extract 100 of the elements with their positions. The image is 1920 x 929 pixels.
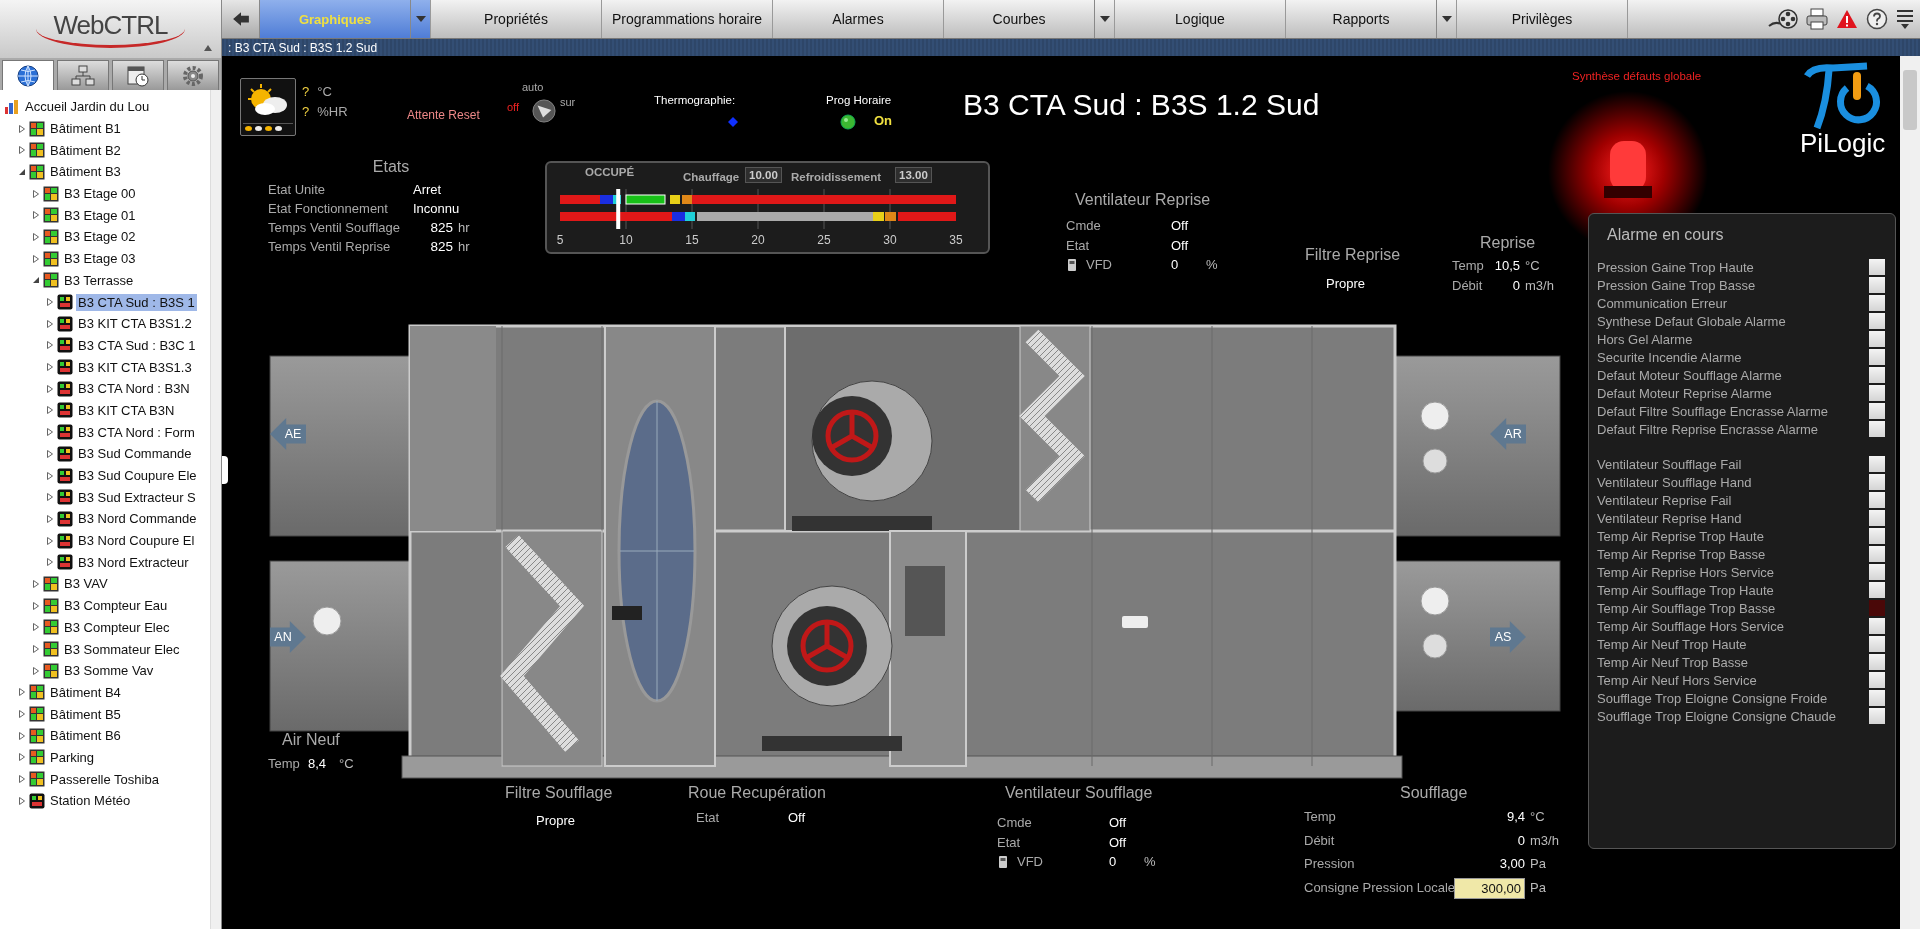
sidebar-tab[interactable]	[112, 60, 164, 90]
tree-item[interactable]: Bâtiment B4	[48, 683, 123, 701]
nav-tab[interactable]: Programmations horaire	[602, 0, 772, 38]
warning-icon[interactable]	[1836, 9, 1858, 29]
tree-item[interactable]: B3 Nord Commande	[76, 510, 199, 528]
tree-item[interactable]: B3 CTA Sud : B3S 1	[76, 293, 197, 311]
expander-icon[interactable]	[46, 493, 54, 502]
expander-icon[interactable]	[32, 276, 40, 285]
nav-tab[interactable]: Propriétés	[431, 0, 601, 38]
tree-item[interactable]: B3 Etage 01	[62, 206, 138, 224]
expander-icon[interactable]	[46, 406, 54, 415]
tree-item[interactable]: B3 Etage 03	[62, 250, 138, 268]
tree-item[interactable]: Accueil Jardin du Lou	[23, 98, 152, 116]
tree-item[interactable]: Bâtiment B3	[48, 163, 123, 181]
tree-item[interactable]: Parking	[48, 748, 97, 766]
expander-icon[interactable]	[18, 796, 26, 805]
tree-item[interactable]: B3 Sommateur Elec	[62, 640, 182, 658]
tree-item[interactable]: B3 Etage 00	[62, 185, 138, 203]
floor-plan-icon	[29, 684, 45, 701]
tree-item[interactable]: B3 Nord Coupure El	[76, 532, 197, 550]
expander-icon[interactable]	[32, 601, 40, 610]
expander-icon[interactable]	[32, 211, 40, 220]
tree-item[interactable]: B3 Compteur Eau	[62, 597, 170, 615]
tree-item[interactable]: B3 KIT CTA B3N	[76, 401, 177, 419]
tree-item[interactable]: Bâtiment B1	[48, 120, 123, 138]
collapse-icon[interactable]	[203, 44, 213, 52]
tree-item[interactable]: Station Météo	[48, 792, 133, 810]
scrollbar[interactable]	[210, 90, 221, 929]
scrollbar[interactable]	[1900, 56, 1920, 929]
expander-icon[interactable]	[32, 189, 40, 198]
drive-icon	[999, 855, 1007, 868]
tree-item[interactable]: B3 Terrasse	[62, 271, 136, 289]
tree-item[interactable]: B3 CTA Nord : Form	[76, 423, 197, 441]
expander-icon[interactable]	[46, 319, 54, 328]
nav-tab[interactable]: Rapports	[1286, 0, 1436, 38]
help-icon[interactable]	[1866, 8, 1888, 30]
nav-tab[interactable]: Courbes	[944, 0, 1094, 38]
expander-icon[interactable]	[18, 124, 26, 133]
tree-item[interactable]: B3 Sud Coupure Ele	[76, 467, 199, 485]
expander-icon[interactable]	[32, 645, 40, 654]
expander-icon[interactable]	[32, 232, 40, 241]
tree-item[interactable]: B3 Compteur Elec	[62, 618, 172, 636]
print-icon[interactable]	[1806, 8, 1828, 30]
scroll-thumb[interactable]	[1903, 70, 1917, 130]
schedule-label: Prog Horaire	[826, 94, 892, 106]
nav-tab[interactable]: Logique	[1115, 0, 1285, 38]
film-reel-icon[interactable]	[1768, 8, 1798, 30]
tree-item[interactable]: Passerelle Toshiba	[48, 770, 161, 788]
tree-item[interactable]: B3 Somme Vav	[62, 662, 156, 680]
expander-icon[interactable]	[18, 731, 26, 740]
tree-item[interactable]: B3 KIT CTA B3S1.3	[76, 358, 194, 376]
sidebar-tab[interactable]	[2, 60, 54, 90]
app-logo: WebCTRL	[35, 10, 186, 48]
tree-item[interactable]: B3 VAV	[62, 575, 110, 593]
tree-item[interactable]: B3 CTA Nord : B3N	[76, 380, 192, 398]
tree-item[interactable]: Bâtiment B2	[48, 141, 123, 159]
tree-item[interactable]: Bâtiment B6	[48, 727, 123, 745]
nav-tab[interactable]: Privilèges	[1457, 0, 1627, 38]
expander-icon[interactable]	[46, 341, 54, 350]
state-label: Temps Ventil Soufflage	[268, 219, 401, 237]
equipment-icon	[57, 337, 73, 354]
expander-icon[interactable]	[46, 363, 54, 372]
tree-item[interactable]: B3 Nord Extracteur	[76, 553, 191, 571]
diamond-icon	[728, 117, 738, 127]
dropdown-button[interactable]	[410, 0, 430, 38]
expander-icon[interactable]	[18, 775, 26, 784]
expander-icon[interactable]	[18, 688, 26, 697]
tree-item[interactable]: B3 Sud Extracteur S	[76, 488, 198, 506]
expander-icon[interactable]	[32, 666, 40, 675]
expander-icon[interactable]	[18, 146, 26, 155]
field-label: Temp	[268, 755, 301, 773]
expander-icon[interactable]	[18, 167, 26, 176]
sidebar-tab[interactable]	[167, 60, 219, 90]
expander-icon[interactable]	[46, 384, 54, 393]
selector-knob-icon[interactable]	[532, 99, 556, 123]
expander-icon[interactable]	[46, 298, 54, 307]
menu-icon[interactable]	[1896, 8, 1914, 30]
sidebar-tab[interactable]	[57, 60, 109, 90]
expander-icon[interactable]	[46, 449, 54, 458]
setpoint-field[interactable]: 300,00	[1454, 877, 1525, 899]
expander-icon[interactable]	[18, 753, 26, 762]
tree-item[interactable]: B3 Etage 02	[62, 228, 138, 246]
expander-icon[interactable]	[32, 579, 40, 588]
tree-item[interactable]: B3 Sud Commande	[76, 445, 194, 463]
nav-tab[interactable]: Alarmes	[773, 0, 943, 38]
expander-icon[interactable]	[46, 428, 54, 437]
expander-icon[interactable]	[46, 558, 54, 567]
scale-tick-label: 10	[618, 233, 634, 247]
field-label: Débit	[1304, 831, 1336, 850]
back-button[interactable]	[222, 0, 260, 38]
expander-icon[interactable]	[46, 514, 54, 523]
expander-icon[interactable]	[18, 710, 26, 719]
expander-icon[interactable]	[46, 536, 54, 545]
tree-item[interactable]: B3 CTA Sud : B3C 1	[76, 336, 198, 354]
panel-resize-handle[interactable]	[222, 456, 228, 484]
expander-icon[interactable]	[32, 623, 40, 632]
expander-icon[interactable]	[32, 254, 40, 263]
tree-item[interactable]: B3 KIT CTA B3S1.2	[76, 315, 194, 333]
expander-icon[interactable]	[46, 471, 54, 480]
tree-item[interactable]: Bâtiment B5	[48, 705, 123, 723]
